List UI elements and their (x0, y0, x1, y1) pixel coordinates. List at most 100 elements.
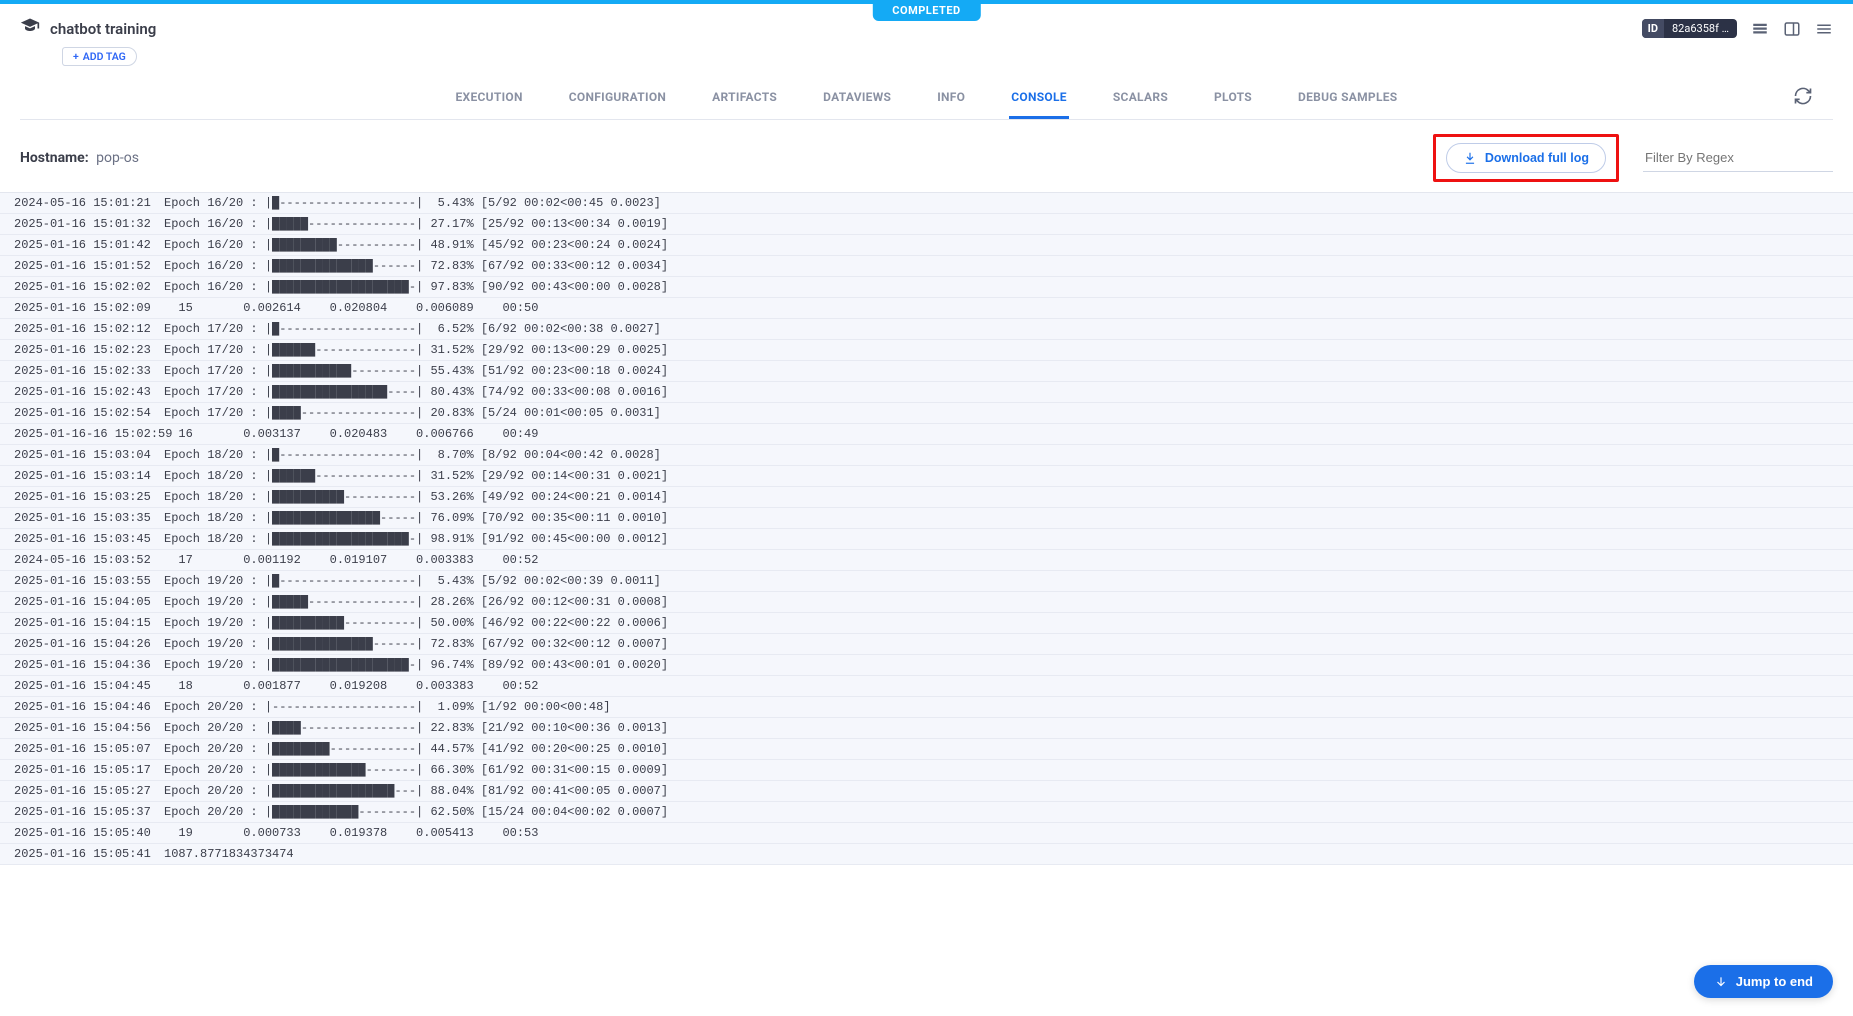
log-timestamp: 2025-01-16 15:04:45 (14, 679, 164, 693)
log-row: 2025-01-16 15:03:04Epoch 18/20 : |█-----… (0, 445, 1853, 466)
log-row: 2025-01-16 15:01:42Epoch 16/20 : |██████… (0, 235, 1853, 256)
log-message: Epoch 16/20 : |███████████████████-| 97.… (164, 280, 1839, 294)
log-row: 2025-01-16 15:04:05Epoch 19/20 : |█████-… (0, 592, 1853, 613)
log-timestamp: 2025-01-16 15:03:45 (14, 532, 164, 546)
log-message: 16 0.003137 0.020483 0.006766 00:49 (164, 427, 1839, 441)
log-row: 2025-01-16 15:04:36Epoch 19/20 : |██████… (0, 655, 1853, 676)
log-row: 2025-01-16 15:05:17Epoch 20/20 : |██████… (0, 760, 1853, 781)
log-timestamp: 2025-01-16 15:03:55 (14, 574, 164, 588)
log-row: 2025-01-16 15:03:35Epoch 18/20 : |██████… (0, 508, 1853, 529)
task-id-pill[interactable]: ID 82a6358f … (1642, 19, 1737, 38)
log-message: Epoch 17/20 : |██████--------------| 31.… (164, 343, 1839, 357)
log-row: 2025-01-16 15:03:25Epoch 18/20 : |██████… (0, 487, 1853, 508)
log-message: Epoch 18/20 : |██████--------------| 31.… (164, 469, 1839, 483)
log-row: 2025-01-16 15:05:411087.8771834373474 (0, 844, 1853, 865)
log-row: 2025-01-16 15:05:27Epoch 20/20 : |██████… (0, 781, 1853, 802)
log-row: 2025-01-16 15:02:43Epoch 17/20 : |██████… (0, 382, 1853, 403)
tab-plots[interactable]: PLOTS (1212, 80, 1254, 119)
log-message: Epoch 16/20 : |██████████████------| 72.… (164, 259, 1839, 273)
log-timestamp: 2025-01-16 15:04:36 (14, 658, 164, 672)
log-message: Epoch 20/20 : |████████------------| 44.… (164, 742, 1839, 756)
hostname: Hostname: pop-os (20, 150, 139, 166)
log-timestamp: 2025-01-16 15:02:43 (14, 385, 164, 399)
tab-scalars[interactable]: SCALARS (1111, 80, 1170, 119)
refresh-icon[interactable] (1793, 86, 1813, 110)
log-row: 2025-01-16 15:05:40 19 0.000733 0.019378… (0, 823, 1853, 844)
log-timestamp: 2025-01-16-16 15:02:59 (14, 427, 164, 441)
log-message: Epoch 18/20 : |██████████----------| 53.… (164, 490, 1839, 504)
log-message: Epoch 19/20 : |██████████████------| 72.… (164, 637, 1839, 651)
header: chatbot training ID 82a6358f … + ADD TAG… (0, 4, 1853, 120)
menu-icon[interactable] (1815, 20, 1833, 38)
log-message: Epoch 19/20 : |██████████----------| 50.… (164, 616, 1839, 630)
log-message: Epoch 18/20 : |███████████████-----| 76.… (164, 511, 1839, 525)
title-block: chatbot training (20, 16, 156, 41)
log-timestamp: 2025-01-16 15:05:37 (14, 805, 164, 819)
hostname-value: pop-os (96, 150, 139, 166)
tab-artifacts[interactable]: ARTIFACTS (710, 80, 779, 119)
tab-configuration[interactable]: CONFIGURATION (567, 80, 668, 119)
log-message: 17 0.001192 0.019107 0.003383 00:52 (164, 553, 1839, 567)
download-full-log-button[interactable]: Download full log (1446, 143, 1606, 173)
log-timestamp: 2025-01-16 15:02:09 (14, 301, 164, 315)
download-button-label: Download full log (1485, 151, 1589, 165)
log-message: Epoch 20/20 : |█████████████-------| 66.… (164, 763, 1839, 777)
log-timestamp: 2025-01-16 15:05:41 (14, 847, 164, 861)
log-row: 2025-01-16 15:02:02Epoch 16/20 : |██████… (0, 277, 1853, 298)
tab-info[interactable]: INFO (935, 80, 967, 119)
tab-console[interactable]: CONSOLE (1009, 80, 1069, 119)
log-row: 2025-01-16 15:02:12Epoch 17/20 : |█-----… (0, 319, 1853, 340)
plus-icon: + (73, 50, 79, 63)
log-message: Epoch 20/20 : |████████████--------| 62.… (164, 805, 1839, 819)
tab-debug-samples[interactable]: DEBUG SAMPLES (1296, 80, 1400, 119)
task-id-value: 82a6358f … (1664, 19, 1737, 38)
jump-to-end-button[interactable]: Jump to end (1694, 965, 1833, 998)
log-timestamp: 2025-01-16 15:04:46 (14, 700, 164, 714)
download-highlight-box: Download full log (1433, 134, 1619, 182)
log-timestamp: 2025-01-16 15:01:42 (14, 238, 164, 252)
log-timestamp: 2025-01-16 15:03:35 (14, 511, 164, 525)
log-timestamp: 2025-01-16 15:01:52 (14, 259, 164, 273)
add-tag-button[interactable]: + ADD TAG (62, 47, 137, 66)
tabs: EXECUTION CONFIGURATION ARTIFACTS DATAVIEWS… (20, 80, 1833, 120)
log-row: 2025-01-16 15:04:26Epoch 19/20 : |██████… (0, 634, 1853, 655)
log-row: 2025-01-16 15:02:09 15 0.002614 0.020804… (0, 298, 1853, 319)
panel-toggle-icon[interactable] (1783, 20, 1801, 38)
tab-execution[interactable]: EXECUTION (454, 80, 525, 119)
tab-dataviews[interactable]: DATAVIEWS (821, 80, 893, 119)
log-timestamp: 2025-01-16 15:04:15 (14, 616, 164, 630)
list-view-icon[interactable] (1751, 20, 1769, 38)
log-message: Epoch 17/20 : |█-------------------| 6.5… (164, 322, 1839, 336)
log-timestamp: 2025-01-16 15:05:17 (14, 763, 164, 777)
log-row: 2025-01-16 15:01:52Epoch 16/20 : |██████… (0, 256, 1853, 277)
log-row: 2025-01-16 15:02:33Epoch 17/20 : |██████… (0, 361, 1853, 382)
log-message: 15 0.002614 0.020804 0.006089 00:50 (164, 301, 1839, 315)
log-timestamp: 2025-01-16 15:03:04 (14, 448, 164, 462)
log-timestamp: 2025-01-16 15:04:26 (14, 637, 164, 651)
log-timestamp: 2025-01-16 15:02:33 (14, 364, 164, 378)
log-row: 2025-01-16 15:03:14Epoch 18/20 : |██████… (0, 466, 1853, 487)
log-row: 2024-05-16 15:03:52 17 0.001192 0.019107… (0, 550, 1853, 571)
log-message: Epoch 18/20 : |███████████████████-| 98.… (164, 532, 1839, 546)
log-timestamp: 2025-01-16 15:03:14 (14, 469, 164, 483)
log-row: 2024-05-16 15:01:21Epoch 16/20 : |█-----… (0, 193, 1853, 214)
log-row: 2025-01-16-16 15:02:59 16 0.003137 0.020… (0, 424, 1853, 445)
log-message: Epoch 19/20 : |█████---------------| 28.… (164, 595, 1839, 609)
log-timestamp: 2025-01-16 15:02:12 (14, 322, 164, 336)
task-id-label: ID (1642, 19, 1664, 38)
log-row: 2025-01-16 15:05:07Epoch 20/20 : |██████… (0, 739, 1853, 760)
log-row: 2025-01-16 15:03:45Epoch 18/20 : |██████… (0, 529, 1853, 550)
log-message: Epoch 19/20 : |█-------------------| 5.4… (164, 574, 1839, 588)
log-message: 1087.8771834373474 (164, 847, 1839, 861)
log-timestamp: 2025-01-16 15:03:25 (14, 490, 164, 504)
console-log: 2024-05-16 15:01:21Epoch 16/20 : |█-----… (0, 193, 1853, 865)
log-timestamp: 2025-01-16 15:05:40 (14, 826, 164, 840)
log-row: 2025-01-16 15:04:56Epoch 20/20 : |████--… (0, 718, 1853, 739)
filter-regex-input[interactable] (1643, 144, 1833, 172)
log-timestamp: 2024-05-16 15:01:21 (14, 196, 164, 210)
log-row: 2025-01-16 15:01:32Epoch 16/20 : |█████-… (0, 214, 1853, 235)
jump-to-end-label: Jump to end (1736, 974, 1813, 989)
log-timestamp: 2025-01-16 15:05:07 (14, 742, 164, 756)
log-message: Epoch 17/20 : |████----------------| 20.… (164, 406, 1839, 420)
page-title: chatbot training (50, 20, 156, 38)
